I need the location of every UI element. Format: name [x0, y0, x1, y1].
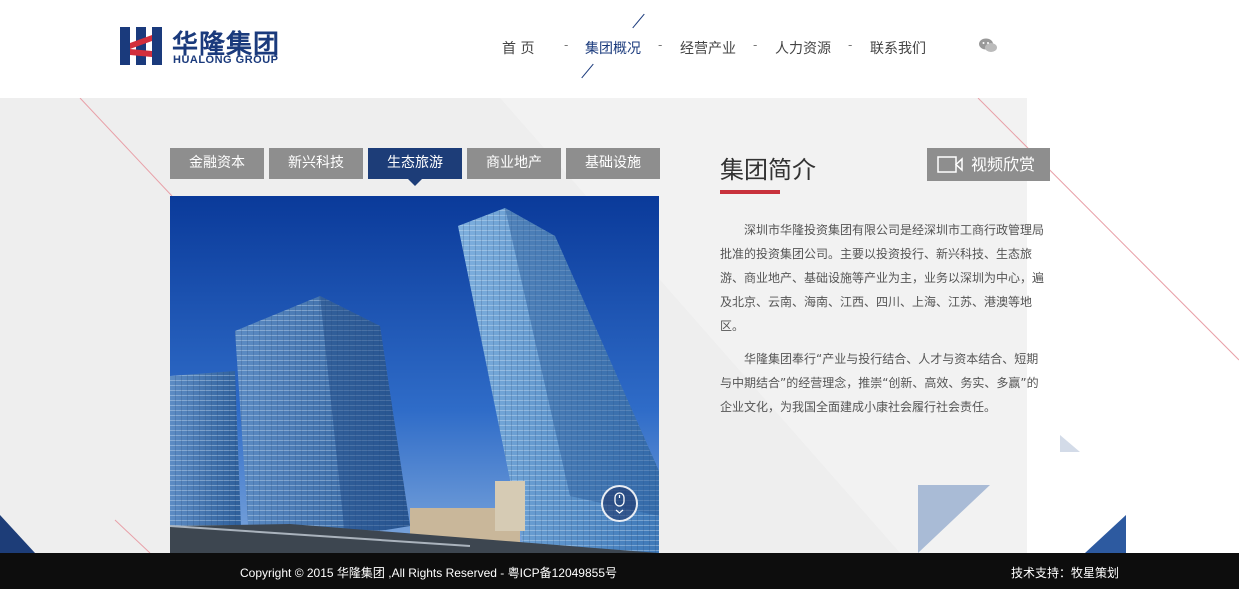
tech-support-text: 技术支持：牧星策划: [1011, 566, 1120, 580]
tab-financial-capital[interactable]: 金融资本: [170, 148, 264, 179]
building-image: [170, 196, 659, 553]
nav-separator: -: [753, 38, 758, 52]
wechat-icon[interactable]: [979, 38, 997, 53]
building-photo: [170, 196, 659, 553]
tab-commercial-real-estate[interactable]: 商业地产: [467, 148, 561, 179]
scroll-down-button[interactable]: [601, 485, 638, 522]
tab-infrastructure[interactable]: 基础设施: [566, 148, 660, 179]
nav-item-business[interactable]: 经营产业: [680, 38, 736, 58]
tab-eco-tourism[interactable]: 生态旅游: [368, 148, 462, 186]
logo-english-name: HUALONG GROUP: [173, 54, 279, 66]
nav-item-contact[interactable]: 联系我们: [870, 38, 926, 58]
nav-separator: -: [658, 38, 663, 52]
nav-separator: -: [848, 38, 853, 52]
site-footer: Copyright © 2015 华隆集团 ,All Rights Reserv…: [0, 553, 1239, 589]
hualong-logo-mark-icon: [120, 27, 162, 65]
nav-active-slash-top: [632, 13, 645, 29]
video-button-label: 视频欣赏: [971, 155, 1036, 174]
intro-body: 深圳市华隆投资集团有限公司是经深圳市工商行政管理局批准的投资集团公司。主要以投资…: [720, 218, 1048, 428]
video-camera-icon: [937, 156, 963, 173]
site-header: 华隆集团 HUALONG GROUP 首 页 - 集团概况 - 经营产业 - 人…: [0, 0, 1239, 98]
video-button[interactable]: 视频欣赏: [927, 148, 1050, 181]
tab-emerging-tech[interactable]: 新兴科技: [269, 148, 363, 179]
right-white-panel: [1027, 98, 1239, 553]
intro-paragraph: 华隆集团奉行“产业与投行结合、人才与资本结合、短期与中期结合”的经营理念，推崇“…: [720, 352, 1039, 414]
site-logo[interactable]: 华隆集团 HUALONG GROUP: [120, 27, 310, 67]
title-underline: [720, 190, 780, 194]
nav-separator: -: [564, 38, 569, 52]
section-title: 集团简介: [720, 156, 816, 184]
nav-item-group-overview[interactable]: 集团概况: [585, 38, 641, 58]
mouse-scroll-icon: [614, 492, 625, 514]
copyright-text: Copyright © 2015 华隆集团 ,All Rights Reserv…: [240, 566, 617, 580]
nav-item-home[interactable]: 首 页: [502, 38, 534, 58]
nav-active-slash-bottom: [581, 63, 594, 79]
nav-item-hr[interactable]: 人力资源: [775, 38, 831, 58]
intro-paragraph: 深圳市华隆投资集团有限公司是经深圳市工商行政管理局批准的投资集团公司。主要以投资…: [720, 223, 1045, 333]
